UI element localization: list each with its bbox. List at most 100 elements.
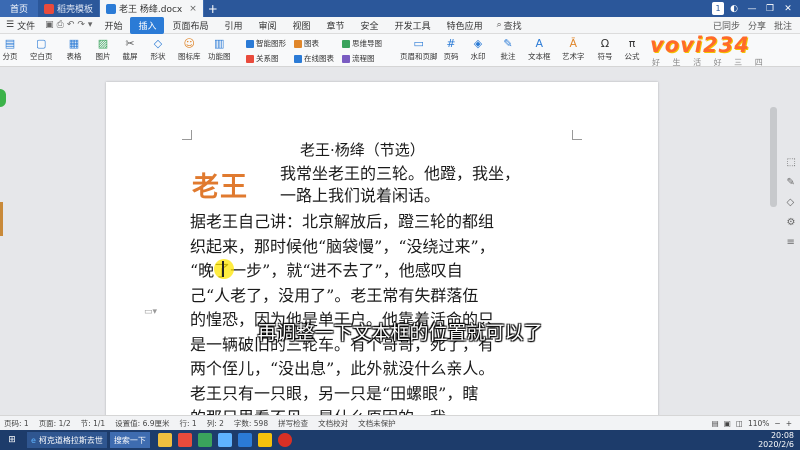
intro-line: 我常坐老王的三轮。他蹬，我坐， <box>280 164 521 183</box>
blank-page-icon: ▢ <box>36 36 47 50</box>
ribbon-screenshot[interactable]: ✂ 截屏 <box>122 36 138 62</box>
vertical-scrollbar[interactable]: ⬚ ✎ ◇ ⚙ ≡ <box>770 67 800 415</box>
close-tab-icon[interactable]: × <box>189 4 197 14</box>
new-tab-button[interactable]: + <box>204 0 222 17</box>
status-protect[interactable]: 文档未保护 <box>358 418 396 429</box>
more-icon[interactable]: ▾ <box>88 20 93 30</box>
ribbon-formula[interactable]: π 公式 <box>624 36 640 62</box>
margin-corner-top-right <box>572 130 582 140</box>
ribbon-icon-library[interactable]: ☺ 图标库 <box>178 36 201 62</box>
close-window-icon[interactable]: ✕ <box>780 2 796 15</box>
menu-view[interactable]: 视图 <box>285 17 319 34</box>
print-icon[interactable]: ⎙ <box>57 20 64 30</box>
zoom-level[interactable]: 110% <box>748 419 769 428</box>
ribbon-page-number[interactable]: # 页码 <box>443 36 459 62</box>
scrollbar-thumb[interactable] <box>770 107 777 207</box>
ribbon-watermark[interactable]: ◈ 水印 <box>470 36 486 62</box>
zoom-out-icon[interactable]: − <box>774 419 780 428</box>
save-icon[interactable]: ▣ <box>45 20 54 30</box>
wordart-textbox[interactable]: 老王 <box>192 165 248 204</box>
paragraph-handle-icon[interactable]: ▭▾ <box>144 307 157 317</box>
share-button[interactable]: 分享 <box>748 19 766 32</box>
view-page-icon[interactable]: ▣ <box>724 419 731 428</box>
search-button[interactable]: ⌕ 查找 <box>491 19 528 32</box>
restore-icon[interactable]: ❐ <box>762 2 778 15</box>
taskbar-pinned-apps <box>157 433 292 447</box>
comment-button[interactable]: 批注 <box>774 19 792 32</box>
ribbon-blank-page[interactable]: ▢ 空白页 <box>30 36 53 62</box>
side-float-button[interactable] <box>0 89 6 107</box>
minimize-icon[interactable]: — <box>744 2 760 15</box>
window-count-badge[interactable]: 1 <box>712 2 724 15</box>
tab-home[interactable]: 首页 <box>0 0 38 17</box>
menu-references[interactable]: 引用 <box>216 17 250 34</box>
status-proofread[interactable]: 文档校对 <box>318 418 348 429</box>
taskbar-search-button[interactable]: 搜索一下 <box>109 432 150 448</box>
select-tool-icon[interactable]: ⬚ <box>787 157 796 168</box>
ribbon-symbol[interactable]: Ω 符号 <box>597 36 613 62</box>
menu-page-layout[interactable]: 页面布局 <box>164 17 216 34</box>
view-web-icon[interactable]: ◫ <box>736 419 743 428</box>
site-logo: vovi234 好 生 活 好 三 四 <box>650 33 780 69</box>
menu-features[interactable]: 特色应用 <box>439 17 491 34</box>
ribbon-mind-map[interactable]: 思维导图 <box>342 38 382 49</box>
ribbon-picture[interactable]: ▨ 图片 <box>95 36 111 62</box>
undo-icon[interactable]: ↶ <box>67 20 75 30</box>
windows-taskbar: ⊞ e 柯克道格拉斯去世 搜索一下 20:08 2020/2/6 <box>0 430 800 450</box>
ribbon-flowchart[interactable]: 流程图 <box>342 53 375 64</box>
ribbon-wordart[interactable]: Ā 艺术字 <box>562 36 585 62</box>
tab-document[interactable]: 老王 杨绛.docx × <box>100 0 204 17</box>
tab-template[interactable]: 稻壳模板 <box>38 0 101 17</box>
cloud-icon[interactable] <box>217 433 232 447</box>
settings-tool-icon[interactable]: ⚙ <box>787 217 796 228</box>
word-icon[interactable] <box>237 433 252 447</box>
sidebar-tool-icon[interactable]: ≡ <box>787 237 796 248</box>
ribbon-textbox[interactable]: A 文本框 <box>528 36 551 62</box>
sync-status[interactable]: 已同步 <box>713 19 740 32</box>
document-workspace: 老王·杨绛（节选） 老王 我常坐老王的三轮。他蹬，我坐， 一路上我们说着闲话。 … <box>0 67 800 415</box>
side-toolbar: ⬚ ✎ ◇ ⚙ ≡ <box>787 157 796 248</box>
view-read-icon[interactable]: ▤ <box>712 419 719 428</box>
menu-start[interactable]: 开始 <box>96 17 130 34</box>
style-tool-icon[interactable]: ✎ <box>787 177 796 188</box>
ribbon-chart[interactable]: 图表 <box>294 38 319 49</box>
ribbon-shapes[interactable]: ◇ 形状 <box>150 36 166 62</box>
menu-insert[interactable]: 插入 <box>130 16 165 34</box>
explorer-icon[interactable] <box>157 433 172 447</box>
menu-review[interactable]: 审阅 <box>251 17 285 34</box>
status-setting: 设置值: 6.9厘米 <box>115 418 170 428</box>
avatar-icon[interactable]: ◐ <box>726 2 742 15</box>
ribbon-table[interactable]: ▦ 表格 <box>66 36 82 62</box>
menu-security[interactable]: 安全 <box>353 17 387 34</box>
taskbar-clock[interactable]: 20:08 2020/2/6 <box>758 431 800 449</box>
record-icon[interactable] <box>277 433 292 447</box>
ribbon-relation-graph[interactable]: 关系图 <box>246 53 279 64</box>
ribbon-online-chart[interactable]: 在线图表 <box>294 53 334 64</box>
ribbon-comment[interactable]: ✎ 批注 <box>500 36 516 62</box>
ribbon-page-break[interactable]: ▤ 分页 <box>2 36 18 62</box>
status-spell-check[interactable]: 拼写检查 <box>278 418 308 429</box>
ribbon-header-footer[interactable]: ▭ 页眉和页脚 <box>400 36 438 62</box>
document-page[interactable]: 老王·杨绛（节选） 老王 我常坐老王的三轮。他蹬，我坐， 一路上我们说着闲话。 … <box>106 82 658 415</box>
taskbar-ie-item[interactable]: e 柯克道格拉斯去世 <box>27 432 107 448</box>
status-words[interactable]: 字数: 598 <box>234 418 268 429</box>
margin-corner-top-left <box>182 130 192 140</box>
file-menu[interactable]: ☰ 文件 <box>0 19 41 32</box>
ribbon-function-chart[interactable]: ▥ 功能图 <box>208 36 231 62</box>
shape-tool-icon[interactable]: ◇ <box>787 197 796 208</box>
zoom-in-icon[interactable]: + <box>786 419 792 428</box>
flowchart-icon <box>342 54 350 63</box>
menu-dev-tools[interactable]: 开发工具 <box>387 17 439 34</box>
wps-icon[interactable] <box>197 433 212 447</box>
menu-section[interactable]: 章节 <box>319 17 353 34</box>
media-icon[interactable] <box>177 433 192 447</box>
body-line: 两个侄儿，“没出息”，此外就没什么亲人。 <box>190 359 495 378</box>
document-body: 据老王自己讲：北京解放后，蹬三轮的都组 织起来，那时候他“脑袋慢”，“没绕过来”… <box>190 210 582 415</box>
chrome-icon[interactable] <box>257 433 272 447</box>
ribbon-smart-graphic[interactable]: 智能图形 <box>246 38 286 49</box>
ie-icon: e <box>31 435 36 445</box>
windows-start-icon[interactable]: ⊞ <box>0 430 24 450</box>
body-line: 据老王自己讲：北京解放后，蹬三轮的都组 <box>190 212 495 231</box>
online-chart-icon <box>294 54 302 63</box>
redo-icon[interactable]: ↷ <box>77 20 85 30</box>
